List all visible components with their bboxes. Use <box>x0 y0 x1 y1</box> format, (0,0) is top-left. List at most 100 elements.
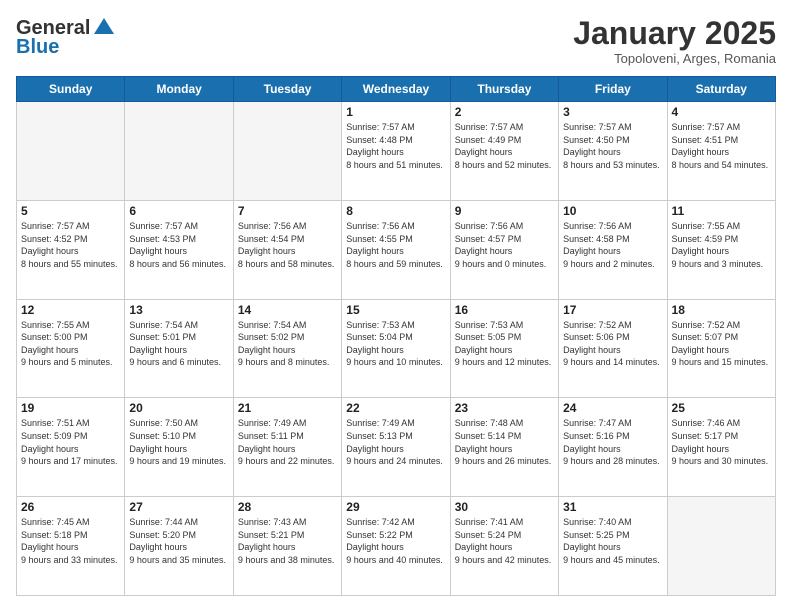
day-cell: 19 Sunrise: 7:51 AMSunset: 5:09 PMDayligh… <box>17 398 125 497</box>
day-number: 5 <box>21 204 120 218</box>
day-number: 12 <box>21 303 120 317</box>
day-info: Sunrise: 7:55 AMSunset: 5:00 PMDaylight … <box>21 319 120 369</box>
day-cell: 3 Sunrise: 7:57 AMSunset: 4:50 PMDaylight… <box>559 102 667 201</box>
week-row-5: 26Sunrise: 7:45 AMSunset: 5:18 PMDayligh… <box>17 497 776 596</box>
day-info: Sunrise: 7:56 AMSunset: 4:58 PMDaylight … <box>563 220 662 270</box>
day-number: 21 <box>238 401 337 415</box>
day-info: Sunrise: 7:50 AMSunset: 5:10 PMDaylight … <box>129 417 228 467</box>
day-info: Sunrise: 7:55 AMSunset: 4:59 PMDaylight … <box>672 220 771 270</box>
day-cell: 5 Sunrise: 7:57 AMSunset: 4:52 PMDaylight… <box>17 200 125 299</box>
day-number: 18 <box>672 303 771 317</box>
day-info: Sunrise: 7:57 AMSunset: 4:48 PMDaylight … <box>346 121 445 171</box>
day-number: 16 <box>455 303 554 317</box>
day-number: 10 <box>563 204 662 218</box>
day-info: Sunrise: 7:57 AMSunset: 4:49 PMDaylight … <box>455 121 554 171</box>
day-info: Sunrise: 7:51 AMSunset: 5:09 PMDaylight … <box>21 417 120 467</box>
day-cell: 1 Sunrise: 7:57 AMSunset: 4:48 PMDaylight… <box>342 102 450 201</box>
day-info: Sunrise: 7:53 AMSunset: 5:05 PMDaylight … <box>455 319 554 369</box>
day-number: 28 <box>238 500 337 514</box>
day-cell: 6 Sunrise: 7:57 AMSunset: 4:53 PMDaylight… <box>125 200 233 299</box>
day-info: Sunrise: 7:57 AMSunset: 4:51 PMDaylight … <box>672 121 771 171</box>
day-info: Sunrise: 7:43 AMSunset: 5:21 PMDaylight … <box>238 516 337 566</box>
day-info: Sunrise: 7:49 AMSunset: 5:13 PMDaylight … <box>346 417 445 467</box>
day-info: Sunrise: 7:54 AMSunset: 5:02 PMDaylight … <box>238 319 337 369</box>
logo-blue-text: Blue <box>16 36 59 59</box>
day-info: Sunrise: 7:45 AMSunset: 5:18 PMDaylight … <box>21 516 120 566</box>
day-cell: 7Sunrise: 7:56 AMSunset: 4:54 PMDaylight… <box>233 200 341 299</box>
day-header-friday: Friday <box>559 77 667 102</box>
day-info: Sunrise: 7:53 AMSunset: 5:04 PMDaylight … <box>346 319 445 369</box>
day-number: 8 <box>346 204 445 218</box>
day-cell: 15 Sunrise: 7:53 AMSunset: 5:04 PMDayligh… <box>342 299 450 398</box>
day-info: Sunrise: 7:47 AMSunset: 5:16 PMDaylight … <box>563 417 662 467</box>
day-info: Sunrise: 7:44 AMSunset: 5:20 PMDaylight … <box>129 516 228 566</box>
day-number: 13 <box>129 303 228 317</box>
day-number: 29 <box>346 500 445 514</box>
day-cell: 30 Sunrise: 7:41 AMSunset: 5:24 PMDayligh… <box>450 497 558 596</box>
day-number: 6 <box>129 204 228 218</box>
day-header-tuesday: Tuesday <box>233 77 341 102</box>
page: General Blue January 2025 Topoloveni, Ar… <box>0 0 792 612</box>
day-number: 17 <box>563 303 662 317</box>
day-info: Sunrise: 7:52 AMSunset: 5:07 PMDaylight … <box>672 319 771 369</box>
day-cell: 9Sunrise: 7:56 AMSunset: 4:57 PMDaylight… <box>450 200 558 299</box>
location: Topoloveni, Arges, Romania <box>573 51 776 66</box>
day-info: Sunrise: 7:49 AMSunset: 5:11 PMDaylight … <box>238 417 337 467</box>
month-title: January 2025 <box>573 16 776 51</box>
day-header-saturday: Saturday <box>667 77 775 102</box>
week-row-4: 19 Sunrise: 7:51 AMSunset: 5:09 PMDayligh… <box>17 398 776 497</box>
day-cell: 24 Sunrise: 7:47 AMSunset: 5:16 PMDayligh… <box>559 398 667 497</box>
day-cell <box>233 102 341 201</box>
day-number: 24 <box>563 401 662 415</box>
day-number: 20 <box>129 401 228 415</box>
day-cell: 20 Sunrise: 7:50 AMSunset: 5:10 PMDayligh… <box>125 398 233 497</box>
day-number: 19 <box>21 401 120 415</box>
day-info: Sunrise: 7:48 AMSunset: 5:14 PMDaylight … <box>455 417 554 467</box>
day-cell: 22 Sunrise: 7:49 AMSunset: 5:13 PMDayligh… <box>342 398 450 497</box>
day-header-sunday: Sunday <box>17 77 125 102</box>
day-header-monday: Monday <box>125 77 233 102</box>
day-number: 9 <box>455 204 554 218</box>
day-number: 4 <box>672 105 771 119</box>
week-row-1: 1 Sunrise: 7:57 AMSunset: 4:48 PMDaylight… <box>17 102 776 201</box>
day-cell <box>667 497 775 596</box>
day-cell: 29Sunrise: 7:42 AMSunset: 5:22 PMDayligh… <box>342 497 450 596</box>
day-info: Sunrise: 7:41 AMSunset: 5:24 PMDaylight … <box>455 516 554 566</box>
day-number: 1 <box>346 105 445 119</box>
day-number: 15 <box>346 303 445 317</box>
day-header-thursday: Thursday <box>450 77 558 102</box>
day-cell: 12 Sunrise: 7:55 AMSunset: 5:00 PMDayligh… <box>17 299 125 398</box>
day-number: 3 <box>563 105 662 119</box>
day-cell: 13Sunrise: 7:54 AMSunset: 5:01 PMDayligh… <box>125 299 233 398</box>
week-row-2: 5 Sunrise: 7:57 AMSunset: 4:52 PMDaylight… <box>17 200 776 299</box>
day-cell <box>17 102 125 201</box>
day-cell: 18 Sunrise: 7:52 AMSunset: 5:07 PMDayligh… <box>667 299 775 398</box>
day-info: Sunrise: 7:57 AMSunset: 4:53 PMDaylight … <box>129 220 228 270</box>
day-cell: 27 Sunrise: 7:44 AMSunset: 5:20 PMDayligh… <box>125 497 233 596</box>
day-number: 27 <box>129 500 228 514</box>
day-cell <box>125 102 233 201</box>
day-cell: 14Sunrise: 7:54 AMSunset: 5:02 PMDayligh… <box>233 299 341 398</box>
day-cell: 16 Sunrise: 7:53 AMSunset: 5:05 PMDayligh… <box>450 299 558 398</box>
title-section: January 2025 Topoloveni, Arges, Romania <box>573 16 776 66</box>
day-cell: 25Sunrise: 7:46 AMSunset: 5:17 PMDayligh… <box>667 398 775 497</box>
day-info: Sunrise: 7:57 AMSunset: 4:52 PMDaylight … <box>21 220 120 270</box>
day-info: Sunrise: 7:46 AMSunset: 5:17 PMDaylight … <box>672 417 771 467</box>
day-info: Sunrise: 7:56 AMSunset: 4:55 PMDaylight … <box>346 220 445 270</box>
calendar-header-row: SundayMondayTuesdayWednesdayThursdayFrid… <box>17 77 776 102</box>
calendar: SundayMondayTuesdayWednesdayThursdayFrid… <box>16 76 776 596</box>
day-number: 11 <box>672 204 771 218</box>
day-cell: 11 Sunrise: 7:55 AMSunset: 4:59 PMDayligh… <box>667 200 775 299</box>
day-number: 31 <box>563 500 662 514</box>
day-cell: 23 Sunrise: 7:48 AMSunset: 5:14 PMDayligh… <box>450 398 558 497</box>
day-number: 2 <box>455 105 554 119</box>
day-info: Sunrise: 7:40 AMSunset: 5:25 PMDaylight … <box>563 516 662 566</box>
day-info: Sunrise: 7:52 AMSunset: 5:06 PMDaylight … <box>563 319 662 369</box>
day-number: 23 <box>455 401 554 415</box>
logo-icon <box>92 16 116 40</box>
day-info: Sunrise: 7:57 AMSunset: 4:50 PMDaylight … <box>563 121 662 171</box>
day-number: 22 <box>346 401 445 415</box>
day-number: 30 <box>455 500 554 514</box>
day-cell: 21 Sunrise: 7:49 AMSunset: 5:11 PMDayligh… <box>233 398 341 497</box>
day-cell: 8 Sunrise: 7:56 AMSunset: 4:55 PMDaylight… <box>342 200 450 299</box>
